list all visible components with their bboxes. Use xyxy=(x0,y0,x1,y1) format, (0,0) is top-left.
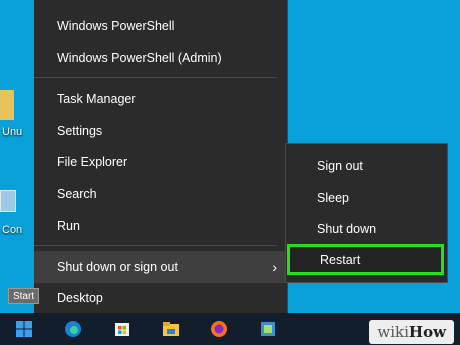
shutdown-submenu: Sign out Sleep Shut down Restart xyxy=(285,143,448,283)
menu-item-label: Task Manager xyxy=(57,92,136,106)
submenu-item-restart[interactable]: Restart xyxy=(287,244,444,275)
submenu-item-sign-out[interactable]: Sign out xyxy=(286,151,447,181)
menu-item-run[interactable]: Run xyxy=(34,210,287,242)
submenu-item-sleep[interactable]: Sleep xyxy=(286,183,447,213)
menu-item-label: Settings xyxy=(57,124,103,138)
windows-start-icon[interactable] xyxy=(15,320,33,338)
menu-item-shut-down-or-sign-out[interactable]: Shut down or sign out › xyxy=(34,251,287,283)
desktop-folder[interactable]: Unu xyxy=(0,90,30,138)
file-explorer-icon[interactable] xyxy=(162,320,180,338)
folder-icon xyxy=(0,90,14,120)
store-icon[interactable] xyxy=(113,320,131,338)
menu-item-desktop[interactable]: Desktop xyxy=(34,282,287,314)
menu-item-label: Shut down or sign out xyxy=(57,260,178,274)
menu-item-label: Search xyxy=(57,187,97,201)
submenu-item-label: Restart xyxy=(320,253,361,267)
computer-icon xyxy=(0,190,16,212)
submenu-item-label: Sleep xyxy=(317,191,349,205)
watermark-suffix: How xyxy=(408,323,446,341)
menu-item-task-manager[interactable]: Task Manager xyxy=(34,83,287,115)
menu-item-file-explorer[interactable]: File Explorer xyxy=(34,146,287,178)
menu-item-label: Windows PowerShell xyxy=(57,19,175,33)
firefox-icon[interactable] xyxy=(210,320,228,338)
desktop-icon-label: Con xyxy=(2,224,23,236)
submenu-item-shut-down[interactable]: Shut down xyxy=(286,214,447,244)
menu-item-label: Windows PowerShell (Admin) xyxy=(57,51,222,65)
menu-item-label: Run xyxy=(57,219,80,233)
menu-item-settings[interactable]: Settings xyxy=(34,115,287,147)
menu-item-search[interactable]: Search xyxy=(34,178,287,210)
submenu-item-label: Sign out xyxy=(317,159,363,173)
watermark-prefix: wiki xyxy=(377,323,409,341)
menu-item-windows-powershell-admin[interactable]: Windows PowerShell (Admin) xyxy=(34,42,287,74)
menu-divider xyxy=(34,245,277,246)
desktop-computer[interactable]: Con xyxy=(0,188,30,236)
menu-divider xyxy=(34,77,277,78)
desktop-icon-label: Unu xyxy=(2,126,23,138)
start-tooltip: Start xyxy=(8,288,39,304)
submenu-item-label: Shut down xyxy=(317,222,377,236)
edge-icon[interactable] xyxy=(64,320,82,338)
wikihow-watermark: wikiHow xyxy=(369,320,454,344)
menu-item-windows-powershell[interactable]: Windows PowerShell xyxy=(34,10,287,42)
menu-item-label: Desktop xyxy=(57,291,103,305)
app-icon[interactable] xyxy=(259,320,277,338)
chevron-right-icon: › xyxy=(272,259,277,275)
menu-item-label: File Explorer xyxy=(57,155,128,169)
winx-menu: Windows PowerShell Windows PowerShell (A… xyxy=(34,0,288,320)
